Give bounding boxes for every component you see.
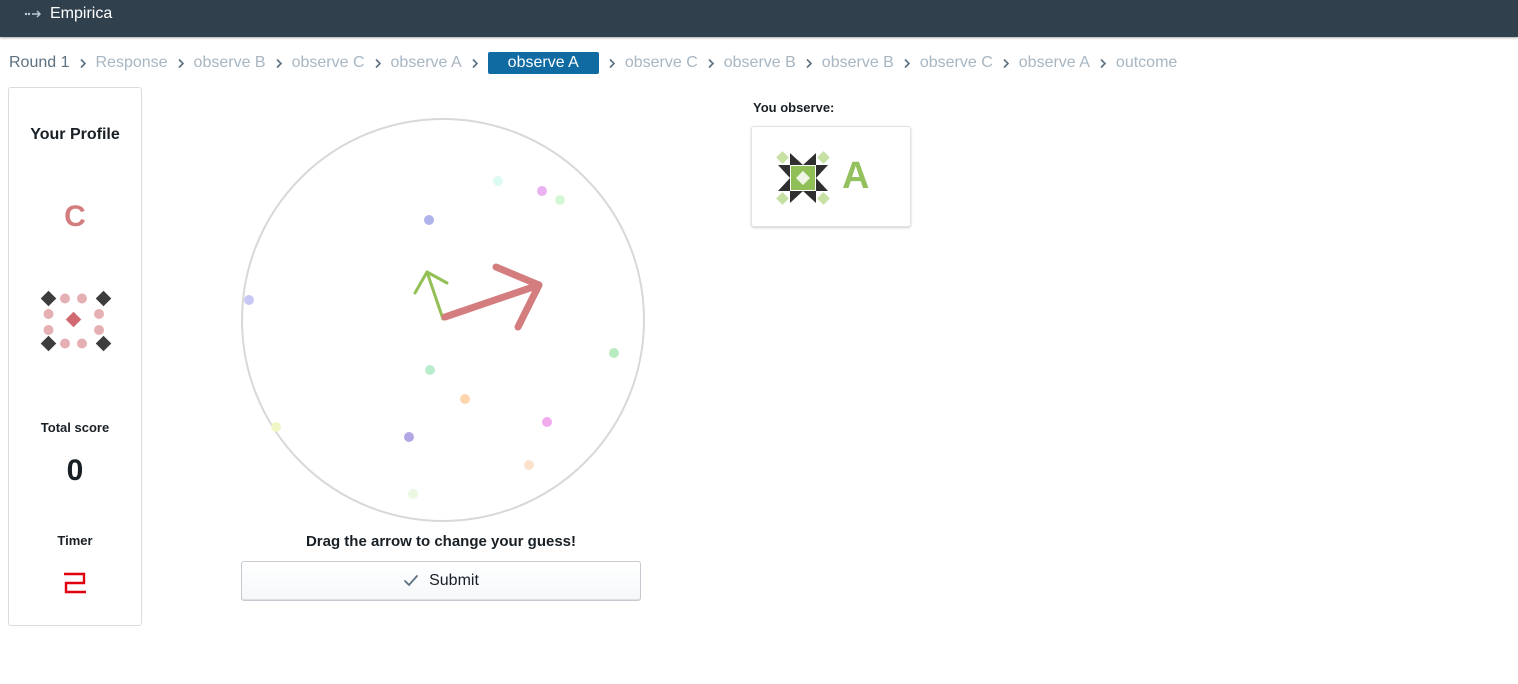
breadcrumb-item: observe A	[1018, 54, 1090, 71]
breadcrumb-item: observe B	[821, 54, 894, 71]
app-title: Empirica	[50, 4, 113, 22]
breadcrumb-item: observe B	[193, 54, 266, 71]
chevron-right-icon	[365, 56, 391, 70]
chevron-right-icon	[796, 56, 822, 70]
breadcrumb-item: Round 1	[9, 54, 70, 71]
observe-label: You observe:	[753, 100, 835, 115]
draggable-guess-arrow[interactable]	[441, 263, 543, 331]
chevron-right-icon	[599, 56, 625, 70]
observed-green-arrow	[413, 270, 449, 321]
profile-card: Your Profile C Total score 0 Timer	[8, 87, 142, 626]
chevron-right-icon	[266, 56, 292, 70]
checkmark-icon	[404, 575, 418, 587]
chevron-right-icon	[698, 56, 724, 70]
scatter-dots	[244, 176, 619, 499]
submit-button-label: Submit	[429, 572, 479, 589]
breadcrumb-item: observe C	[919, 54, 993, 71]
observe-card: A	[751, 126, 911, 227]
chevron-right-icon	[1090, 56, 1116, 70]
guess-canvas[interactable]	[240, 117, 646, 523]
profile-title: Your Profile	[30, 126, 120, 143]
breadcrumb-item: observe C	[291, 54, 365, 71]
breadcrumb-item: outcome	[1115, 54, 1178, 71]
chevron-right-icon	[993, 56, 1019, 70]
chevron-right-icon	[168, 56, 194, 70]
chevron-right-icon	[894, 56, 920, 70]
timer-label: Timer	[57, 533, 93, 548]
total-score-value: 0	[66, 454, 84, 487]
breadcrumb-item: observe B	[723, 54, 796, 71]
profile-symbol-icon	[40, 290, 112, 352]
breadcrumb: Round 1 Response observe B observe C observe…	[9, 52, 1177, 74]
empirica-logo-icon	[24, 10, 41, 17]
instruction-text: Drag the arrow to change your guess!	[305, 533, 577, 550]
top-navbar: Empirica	[0, 0, 1518, 37]
timer-value	[64, 572, 86, 594]
profile-letter: C	[64, 200, 86, 233]
breadcrumb-item: observe C	[624, 54, 698, 71]
chevron-right-icon	[70, 56, 96, 70]
observe-symbol-icon	[776, 151, 830, 205]
breadcrumb-item: observe A	[487, 52, 599, 74]
submit-button[interactable]: Submit	[241, 561, 641, 601]
total-score-label: Total score	[40, 420, 110, 435]
observe-letter: A	[842, 155, 870, 197]
breadcrumb-item: Response	[95, 54, 168, 71]
chevron-right-icon	[462, 56, 488, 70]
breadcrumb-item: observe A	[390, 54, 462, 71]
